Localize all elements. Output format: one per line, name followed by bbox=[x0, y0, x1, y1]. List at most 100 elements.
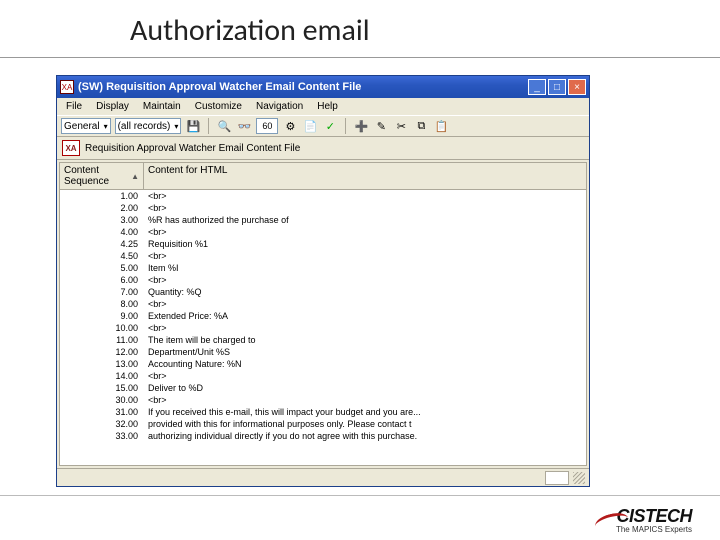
breadcrumb-text: Requisition Approval Watcher Email Conte… bbox=[85, 143, 300, 154]
cell-content: <br> bbox=[144, 250, 586, 262]
cell-content: If you received this e-mail, this will i… bbox=[144, 406, 586, 418]
table-row[interactable]: 3.00%R has authorized the purchase of bbox=[60, 214, 586, 226]
cell-content: Deliver to %D bbox=[144, 382, 586, 394]
edit-icon[interactable]: ✎ bbox=[373, 118, 389, 134]
table-row[interactable]: 12.00Department/Unit %S bbox=[60, 346, 586, 358]
cell-sequence: 8.00 bbox=[60, 298, 144, 310]
cell-content: <br> bbox=[144, 190, 586, 202]
window-title: (SW) Requisition Approval Watcher Email … bbox=[78, 81, 528, 93]
grid-body[interactable]: 1.00<br>2.00<br>3.00%R has authorized th… bbox=[60, 190, 586, 465]
cell-sequence: 4.25 bbox=[60, 238, 144, 250]
status-cell bbox=[545, 471, 569, 485]
table-row[interactable]: 6.00<br> bbox=[60, 274, 586, 286]
chevron-down-icon: ▾ bbox=[174, 122, 178, 131]
sort-ascending-icon: ▲ bbox=[131, 172, 139, 181]
logo: CISTECH The MAPICS Experts bbox=[602, 506, 692, 534]
cell-sequence: 3.00 bbox=[60, 214, 144, 226]
table-row[interactable]: 30.00<br> bbox=[60, 394, 586, 406]
paste-icon[interactable]: 📋 bbox=[433, 118, 449, 134]
cell-sequence: 7.00 bbox=[60, 286, 144, 298]
cell-sequence: 15.00 bbox=[60, 382, 144, 394]
cell-content: authorizing individual directly if you d… bbox=[144, 430, 586, 442]
save-subset-icon[interactable]: 💾 bbox=[185, 118, 201, 134]
table-row[interactable]: 5.00Item %I bbox=[60, 262, 586, 274]
resize-grip-icon[interactable] bbox=[573, 472, 585, 484]
app-icon: XA bbox=[60, 80, 74, 94]
cell-content: %R has authorized the purchase of bbox=[144, 214, 586, 226]
cell-sequence: 33.00 bbox=[60, 430, 144, 442]
menu-maintain[interactable]: Maintain bbox=[140, 100, 184, 113]
table-row[interactable]: 14.00<br> bbox=[60, 370, 586, 382]
column-header-content[interactable]: Content for HTML bbox=[144, 163, 586, 189]
column-header-sequence-label: Content Sequence bbox=[64, 165, 131, 187]
cell-content: The item will be charged to bbox=[144, 334, 586, 346]
cell-sequence: 5.00 bbox=[60, 262, 144, 274]
view-select-general[interactable]: General ▾ bbox=[61, 118, 111, 134]
column-header-sequence[interactable]: Content Sequence ▲ bbox=[60, 163, 144, 189]
refresh-interval-icon[interactable]: 60 bbox=[256, 118, 278, 134]
footer-divider bbox=[0, 495, 720, 496]
table-row[interactable]: 10.00<br> bbox=[60, 322, 586, 334]
table-row[interactable]: 2.00<br> bbox=[60, 202, 586, 214]
paper-icon[interactable]: 📄 bbox=[302, 118, 318, 134]
cell-sequence: 4.00 bbox=[60, 226, 144, 238]
menubar: File Display Maintain Customize Navigati… bbox=[57, 98, 589, 115]
cell-sequence: 10.00 bbox=[60, 322, 144, 334]
find-icon[interactable]: 🔍 bbox=[216, 118, 232, 134]
close-button[interactable]: × bbox=[568, 79, 586, 95]
subset-select-all-records[interactable]: (all records) ▾ bbox=[115, 118, 182, 134]
menu-display[interactable]: Display bbox=[93, 100, 132, 113]
cell-content: Accounting Nature: %N bbox=[144, 358, 586, 370]
logo-main: CISTECH bbox=[602, 506, 692, 527]
new-icon[interactable]: ➕ bbox=[353, 118, 369, 134]
cell-content: Extended Price: %A bbox=[144, 310, 586, 322]
menu-help[interactable]: Help bbox=[314, 100, 341, 113]
table-row[interactable]: 7.00Quantity: %Q bbox=[60, 286, 586, 298]
table-row[interactable]: 4.00<br> bbox=[60, 226, 586, 238]
cell-sequence: 1.00 bbox=[60, 190, 144, 202]
gear-icon[interactable]: ⚙ bbox=[282, 118, 298, 134]
cell-sequence: 2.00 bbox=[60, 202, 144, 214]
cell-content: provided with this for informational pur… bbox=[144, 418, 586, 430]
view-select-label: General bbox=[64, 121, 100, 132]
cell-sequence: 30.00 bbox=[60, 394, 144, 406]
table-row[interactable]: 32.00provided with this for informationa… bbox=[60, 418, 586, 430]
table-row[interactable]: 11.00The item will be charged to bbox=[60, 334, 586, 346]
maximize-button[interactable]: □ bbox=[548, 79, 566, 95]
glasses-icon[interactable]: 👓 bbox=[236, 118, 252, 134]
menu-customize[interactable]: Customize bbox=[192, 100, 245, 113]
menu-file[interactable]: File bbox=[63, 100, 85, 113]
cut-icon[interactable]: ✂ bbox=[393, 118, 409, 134]
cell-sequence: 12.00 bbox=[60, 346, 144, 358]
toolbar: General ▾ (all records) ▾ 💾 🔍 👓 60 ⚙ 📄 ✓… bbox=[57, 115, 589, 137]
table-row[interactable]: 4.25Requisition %1 bbox=[60, 238, 586, 250]
table-row[interactable]: 31.00If you received this e-mail, this w… bbox=[60, 406, 586, 418]
toolbar-separator bbox=[208, 118, 209, 134]
cell-sequence: 9.00 bbox=[60, 310, 144, 322]
breadcrumb: XA Requisition Approval Watcher Email Co… bbox=[57, 137, 589, 160]
cell-sequence: 14.00 bbox=[60, 370, 144, 382]
titlebar: XA (SW) Requisition Approval Watcher Ema… bbox=[57, 76, 589, 98]
table-row[interactable]: 9.00Extended Price: %A bbox=[60, 310, 586, 322]
cell-content: Item %I bbox=[144, 262, 586, 274]
table-row[interactable]: 8.00<br> bbox=[60, 298, 586, 310]
table-row[interactable]: 1.00<br> bbox=[60, 190, 586, 202]
minimize-button[interactable]: _ bbox=[528, 79, 546, 95]
table-row[interactable]: 15.00Deliver to %D bbox=[60, 382, 586, 394]
cell-content: <br> bbox=[144, 322, 586, 334]
cell-sequence: 32.00 bbox=[60, 418, 144, 430]
cell-sequence: 11.00 bbox=[60, 334, 144, 346]
toolbar-separator bbox=[345, 118, 346, 134]
check-icon[interactable]: ✓ bbox=[322, 118, 338, 134]
cell-content: Department/Unit %S bbox=[144, 346, 586, 358]
table-row[interactable]: 13.00Accounting Nature: %N bbox=[60, 358, 586, 370]
table-row[interactable]: 33.00authorizing individual directly if … bbox=[60, 430, 586, 442]
data-grid: Content Sequence ▲ Content for HTML 1.00… bbox=[59, 162, 587, 466]
copy-icon[interactable]: ⧉ bbox=[413, 118, 429, 134]
menu-navigation[interactable]: Navigation bbox=[253, 100, 306, 113]
slide-title: Authorization email bbox=[0, 0, 720, 57]
cell-sequence: 4.50 bbox=[60, 250, 144, 262]
cell-content: Quantity: %Q bbox=[144, 286, 586, 298]
statusbar bbox=[57, 468, 589, 486]
table-row[interactable]: 4.50<br> bbox=[60, 250, 586, 262]
